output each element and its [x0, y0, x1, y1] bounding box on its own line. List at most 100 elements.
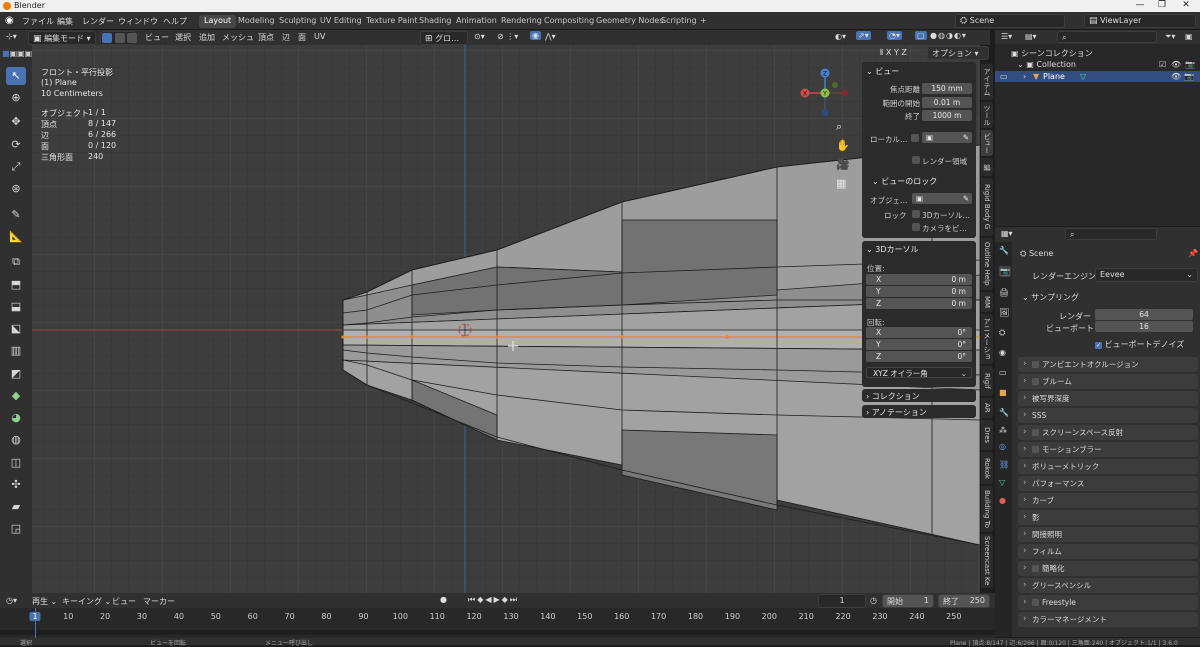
view-lock-header[interactable]: ⌄ ビューのロック — [872, 176, 937, 187]
render-panel-row[interactable]: ボリューメトリック — [1018, 459, 1198, 474]
menu-playback[interactable]: 再生 ⌄ — [32, 596, 57, 607]
cursor-x-field[interactable]: X 0 m — [866, 274, 972, 285]
view-layer-tab-icon[interactable]: 🖼 — [999, 308, 1009, 317]
render-panel-row[interactable]: モーションブラー — [1018, 442, 1198, 457]
particles-tab-icon[interactable]: ⁂ — [999, 426, 1007, 435]
lock-camera-checkbox[interactable] — [912, 223, 920, 231]
next-key-icon[interactable]: ◆ — [502, 595, 510, 604]
select-box-mode-icon[interactable]: ■ — [2, 49, 10, 58]
options-dropdown[interactable]: オプション ▾ — [927, 46, 989, 60]
edge-slide-tool-icon[interactable]: ◫ — [6, 454, 26, 472]
focal-length-field[interactable]: 150 mm — [922, 83, 972, 94]
tab-ar[interactable]: AR — [981, 398, 993, 418]
close-button[interactable]: ✕ — [1174, 0, 1198, 10]
sampling-header[interactable]: ⌄ サンプリング — [1022, 292, 1079, 303]
viewport-samples-field[interactable]: 16 — [1095, 321, 1193, 332]
xray-icon[interactable]: ▢ — [915, 31, 927, 40]
new-collection-icon[interactable]: ▣ — [1185, 32, 1193, 41]
tab-edit[interactable]: 編 — [981, 158, 993, 176]
poly-build-tool-icon[interactable]: ◆ — [6, 387, 26, 405]
menu-file[interactable]: ファイル — [22, 16, 54, 27]
menu-select[interactable]: 選択 — [175, 32, 191, 43]
menu-help[interactable]: ヘルプ — [163, 16, 187, 27]
add-workspace-button[interactable]: + — [695, 15, 712, 28]
expand-icon[interactable]: › — [1023, 72, 1026, 81]
render-panel-row[interactable]: パフォーマンス — [1018, 476, 1198, 491]
3d-viewport[interactable]: フロント・平行投影 (1) Plane 10 Centimeters オブジェク… — [32, 45, 980, 593]
view-section-header[interactable]: ⌄ ビュー — [866, 66, 899, 77]
face-select-icon[interactable] — [127, 33, 138, 43]
menu-keying[interactable]: キーイング ⌄ — [62, 596, 111, 607]
tab-building-tools[interactable]: Building To — [981, 486, 993, 532]
eyedropper-icon[interactable]: ✎ — [963, 132, 972, 143]
inset-tool-icon[interactable]: ⬓ — [6, 298, 26, 316]
menu-add[interactable]: 追加 — [199, 32, 215, 43]
render-panel-row[interactable]: アンビエントオクルージョン — [1018, 357, 1198, 372]
timeline-editor-icon[interactable]: ◷▾ — [6, 596, 17, 605]
visibility-icon[interactable]: ◐▾ — [835, 32, 846, 41]
tab-outline-help[interactable]: Outline Help — [981, 238, 993, 290]
view-layer-selector[interactable]: ▤ ViewLayer — [1084, 14, 1196, 28]
render-panel-row[interactable]: 間接照明 — [1018, 527, 1198, 542]
tab-dres[interactable]: Dres — [981, 420, 993, 450]
outliner-editor-icon[interactable]: ☰▾ — [1001, 32, 1012, 41]
panel-enable-checkbox[interactable] — [1032, 361, 1039, 368]
select-box-tool-icon[interactable]: ↖ — [6, 67, 26, 85]
render-samples-field[interactable]: 64 — [1095, 309, 1193, 320]
menu-render[interactable]: レンダー — [82, 16, 114, 27]
bevel-tool-icon[interactable]: ⬕ — [6, 320, 26, 338]
axis-z-toggle[interactable]: Z — [901, 48, 906, 57]
tab-rigid-body[interactable]: Rigid Body G — [981, 178, 993, 236]
select-mode-toggle[interactable] — [100, 31, 138, 45]
render-panel-row[interactable]: 簡略化 — [1018, 561, 1198, 576]
zoom-icon[interactable]: ⌕ — [836, 120, 842, 134]
tab-uv-editing[interactable]: UV Editing — [315, 15, 367, 28]
transform-orientation[interactable]: ⊞ グロ… — [420, 31, 468, 45]
transform-tool-icon[interactable]: ⊛ — [6, 180, 26, 198]
pan-hand-icon[interactable]: ✋ — [836, 139, 850, 152]
menu-vertex[interactable]: 頂点 — [258, 32, 274, 43]
panel-enable-checkbox[interactable] — [1032, 446, 1039, 453]
panel-enable-checkbox[interactable] — [1032, 599, 1039, 606]
render-tab-icon[interactable]: 📷 — [999, 266, 1011, 277]
properties-editor-icon[interactable]: ▦▾ — [1001, 229, 1013, 238]
rotate-tool-icon[interactable]: ⟳ — [6, 136, 26, 154]
menu-edge[interactable]: 辺 — [282, 32, 290, 43]
clip-start-field[interactable]: 0.01 m — [922, 97, 972, 108]
tab-modeling[interactable]: Modeling — [233, 15, 279, 28]
world-tab-icon[interactable]: ◉ — [999, 348, 1006, 357]
render-panel-row[interactable]: フィルム — [1018, 544, 1198, 559]
annotation-section[interactable]: › アノテーション — [862, 405, 976, 418]
pin-icon[interactable]: 📌 — [1188, 249, 1198, 258]
eye-icon[interactable]: 👁 — [1171, 60, 1181, 69]
outliner-search[interactable]: ⌕ — [1057, 31, 1157, 43]
cursor-rot-y-field[interactable]: Y 0° — [866, 339, 972, 350]
render-panel-row[interactable]: カーブ — [1018, 493, 1198, 508]
local-camera-checkbox[interactable] — [911, 134, 919, 142]
checkbox-icon[interactable]: ☑ — [1159, 60, 1166, 69]
filter-icon[interactable]: ⏷▾ — [1165, 32, 1175, 42]
axis-x-toggle[interactable]: X — [886, 48, 891, 57]
tab-mm[interactable]: MM — [981, 292, 993, 312]
timeline-scrollbar[interactable] — [0, 630, 995, 635]
play-reverse-icon[interactable]: ◀ — [485, 595, 493, 604]
panel-enable-checkbox[interactable] — [1032, 429, 1039, 436]
render-engine-dropdown[interactable]: Eevee ⌄ — [1095, 268, 1198, 282]
scene-tab-icon[interactable]: ⛭ — [999, 328, 1005, 338]
camera-icon[interactable]: 📷 — [1184, 72, 1194, 81]
axis-y-toggle[interactable]: Y — [894, 48, 899, 57]
rip-tool-icon[interactable]: ◲ — [6, 520, 26, 538]
playback-controls[interactable]: ⏮◆◀▶◆⏭ — [468, 595, 519, 605]
blender-menu-icon[interactable]: ◉ — [5, 15, 14, 26]
display-mode-icon[interactable]: ▤▾ — [1025, 32, 1037, 41]
lock-to-cursor-checkbox[interactable] — [912, 210, 920, 218]
object-tab-icon[interactable]: ■ — [999, 388, 1007, 397]
add-cube-tool-icon[interactable]: ⧉ — [6, 253, 26, 271]
tab-animation[interactable]: アニメーショ — [981, 314, 993, 364]
tab-tool[interactable]: ツール — [981, 102, 993, 128]
proportional-edit-icon[interactable]: ◉ — [530, 31, 541, 40]
falloff-icon[interactable]: ⋀▾ — [545, 32, 556, 41]
render-panel-row[interactable]: グリースペンシル — [1018, 578, 1198, 593]
select-mode-buttons[interactable]: ■▣▣▣ — [2, 47, 32, 61]
modifier-tab-icon[interactable]: 🔧 — [999, 408, 1009, 417]
